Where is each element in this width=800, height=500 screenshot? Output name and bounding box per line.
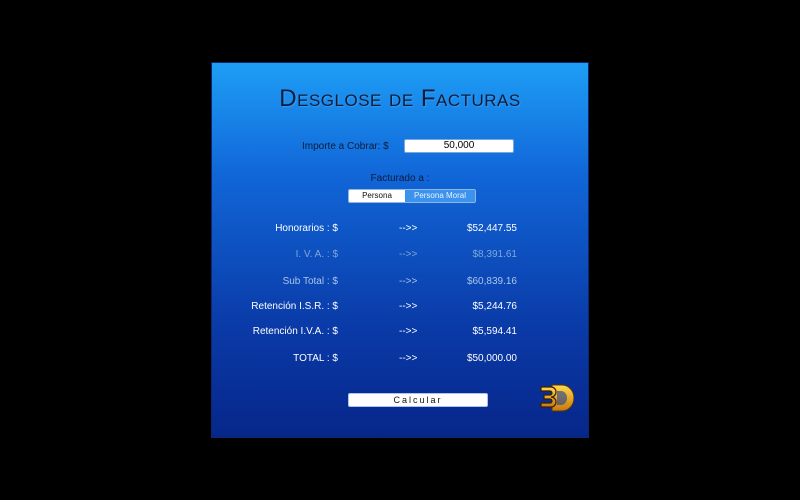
importe-label: Importe a Cobrar: $ [302, 141, 389, 152]
row-arrow: -->> [399, 301, 418, 312]
row-arrow: -->> [399, 326, 418, 337]
3d-logo-icon [540, 384, 574, 412]
app-window: Desglose de Facturas Importe a Cobrar: $… [212, 63, 588, 437]
row-value: $52,447.55 [466, 223, 517, 234]
row-label: TOTAL : $ [293, 353, 338, 364]
calcular-button[interactable]: Calcular [348, 393, 488, 407]
persona-fisica-option[interactable]: Persona Física [349, 190, 405, 202]
row-subtotal: Sub Total : $ -->> $60,839.16 [212, 276, 588, 290]
persona-moral-option[interactable]: Persona Moral [405, 190, 475, 202]
facturado-label: Facturado a : [370, 173, 430, 184]
row-label: I. V. A. : $ [295, 249, 338, 260]
row-retencion-isr: Retención I.S.R. : $ -->> $5,244.76 [212, 301, 588, 315]
row-label: Sub Total : $ [282, 276, 338, 287]
page-title: Desglose de Facturas [279, 85, 521, 112]
row-total: TOTAL : $ -->> $50,000.00 [212, 353, 588, 367]
importe-input[interactable] [404, 139, 514, 153]
row-value: $5,594.41 [472, 326, 518, 337]
row-value: $50,000.00 [466, 353, 517, 364]
persona-segmented-control[interactable]: Persona Física Persona Moral [348, 189, 476, 203]
row-value: $8,391.61 [472, 249, 518, 260]
row-arrow: -->> [399, 276, 418, 287]
row-value: $5,244.76 [472, 301, 518, 312]
row-retencion-iva: Retención I.V.A. : $ -->> $5,594.41 [212, 326, 588, 340]
row-arrow: -->> [399, 249, 418, 260]
row-honorarios: Honorarios : $ -->> $52,447.55 [212, 223, 588, 237]
row-value: $60,839.16 [466, 276, 517, 287]
row-arrow: -->> [399, 223, 418, 234]
row-label: Retención I.S.R. : $ [251, 301, 338, 312]
row-arrow: -->> [399, 353, 418, 364]
row-label: Honorarios : $ [275, 223, 338, 234]
row-label: Retención I.V.A. : $ [252, 326, 338, 337]
row-iva: I. V. A. : $ -->> $8,391.61 [212, 249, 588, 263]
